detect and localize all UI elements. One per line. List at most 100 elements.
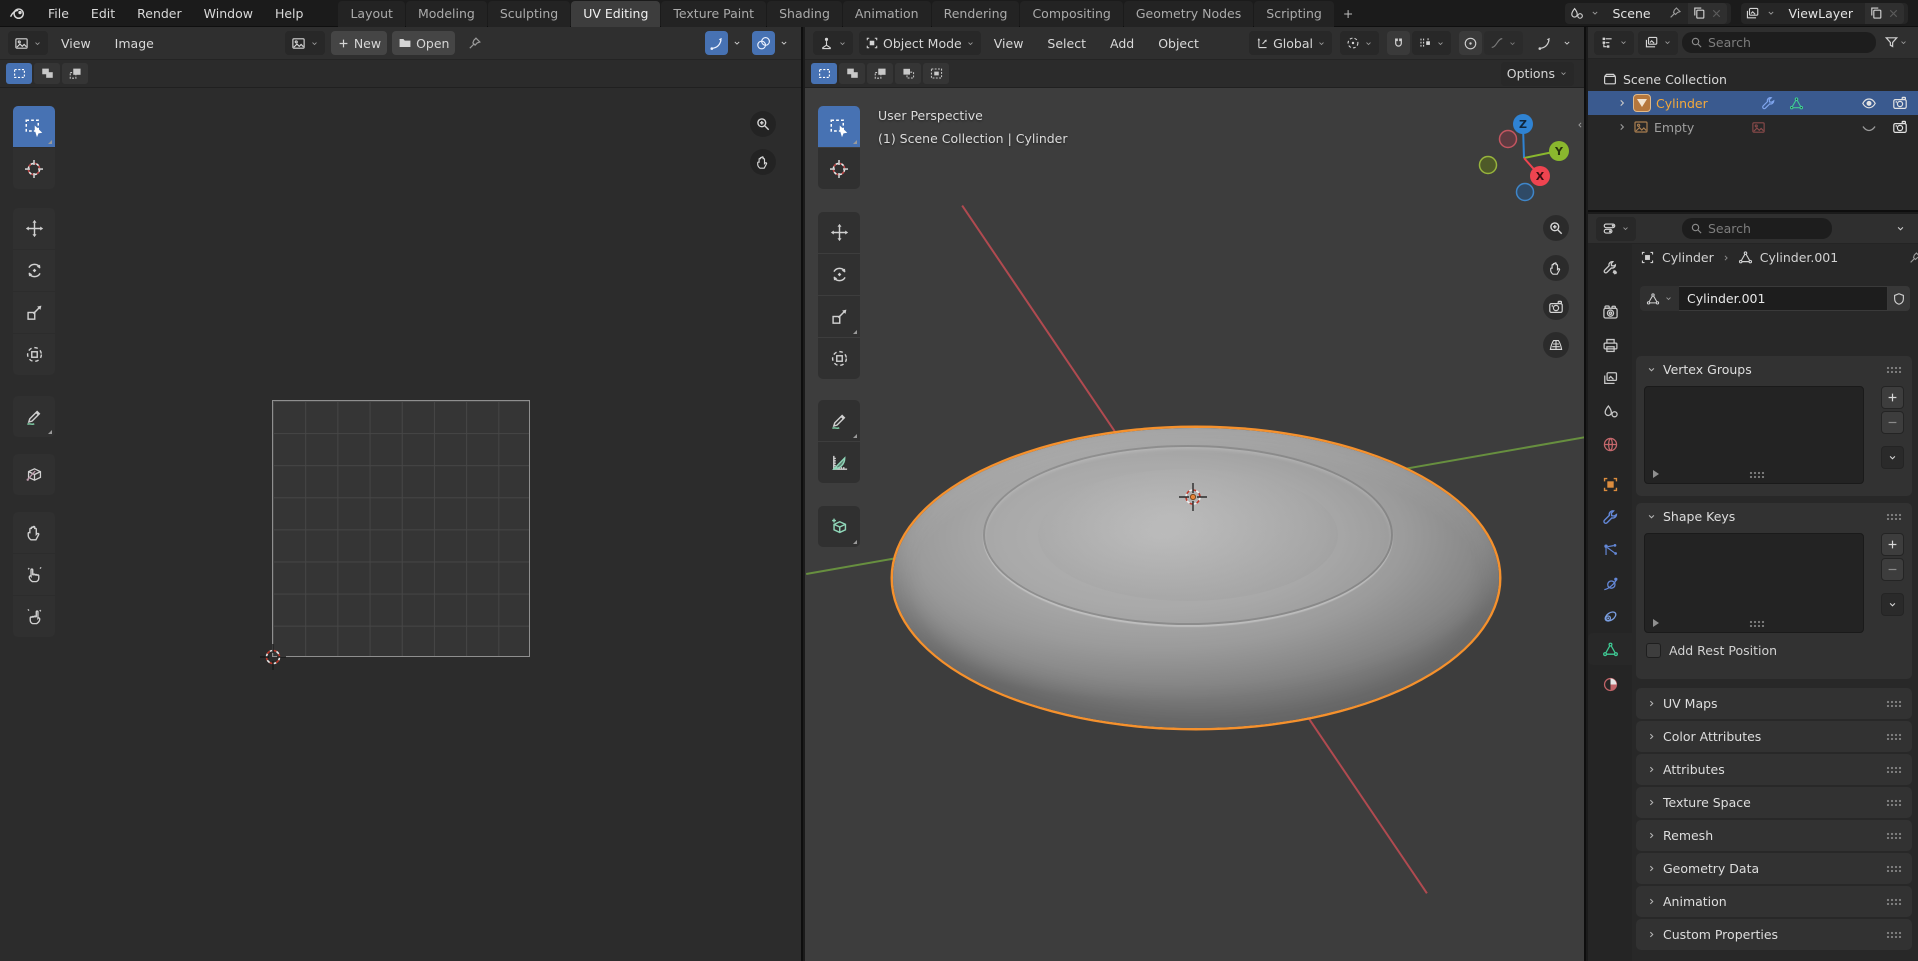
snap-settings-dropdown[interactable] [1412, 31, 1451, 55]
hidden-eye-closed-icon[interactable] [1861, 119, 1877, 135]
tab-compositing[interactable]: Compositing [1020, 1, 1122, 27]
blender-logo-icon[interactable] [9, 4, 27, 22]
panel-grip[interactable] [1886, 931, 1902, 938]
panel-remesh[interactable]: Remesh [1636, 820, 1912, 851]
pivot-point-dropdown[interactable] [1340, 31, 1379, 55]
expand-chevron-icon[interactable] [1616, 121, 1628, 133]
show-gizmo-toggle[interactable] [1533, 31, 1556, 55]
modifier-wrench-icon[interactable] [1761, 96, 1776, 111]
tool-add-cube[interactable] [818, 506, 860, 547]
panel-grip[interactable] [1886, 766, 1902, 773]
select-mode-intersect[interactable] [923, 63, 949, 84]
tool-rotate[interactable] [818, 254, 860, 295]
search-input[interactable] [1708, 35, 1868, 50]
outliner-row-scene-collection[interactable]: Scene Collection [1588, 67, 1918, 91]
tab-particles[interactable] [1588, 534, 1632, 566]
tab-render[interactable] [1588, 296, 1632, 328]
gizmo-axis-y[interactable]: Y [1549, 141, 1569, 161]
show-overlays-toggle[interactable] [752, 31, 775, 55]
transform-orientation-dropdown[interactable]: Global [1249, 31, 1332, 55]
panel-grip[interactable] [1886, 898, 1902, 905]
new-image-button[interactable]: New [331, 31, 387, 55]
panel-grip[interactable] [1886, 366, 1902, 373]
vp-menu-object[interactable]: Object [1147, 36, 1210, 51]
select-mode-extend[interactable] [34, 63, 60, 84]
mesh-name-input[interactable] [1679, 286, 1888, 311]
tool-3d-cursor[interactable] [818, 148, 860, 189]
navigation-gizmo[interactable]: Z Y X [1479, 113, 1569, 203]
menu-file[interactable]: File [37, 6, 80, 21]
tool-move[interactable] [818, 212, 860, 253]
gizmo-axis-z-neg[interactable] [1517, 184, 1534, 201]
zoom-button[interactable] [1543, 215, 1569, 241]
panel-header[interactable]: Vertex Groups [1636, 356, 1912, 382]
pin-icon[interactable] [1908, 251, 1918, 265]
tab-uv-editing[interactable]: UV Editing [571, 1, 660, 27]
gizmo-axis-x[interactable]: X [1530, 166, 1550, 186]
vertex-groups-list[interactable] [1644, 386, 1864, 484]
list-expand-icon[interactable] [1653, 619, 1659, 627]
panel-grip[interactable] [1886, 700, 1902, 707]
editor-type-button[interactable] [1594, 31, 1634, 55]
tab-modifiers[interactable] [1588, 501, 1632, 533]
select-mode-subtract[interactable] [867, 63, 893, 84]
collapse-chevron-icon[interactable] [1646, 364, 1657, 375]
filter-dropdown[interactable] [1880, 31, 1912, 55]
close-icon[interactable] [1710, 7, 1723, 20]
add-shape-key-button[interactable] [1881, 533, 1904, 556]
tab-physics[interactable] [1588, 567, 1632, 599]
remove-shape-key-button[interactable] [1881, 558, 1904, 581]
gizmo-axis-x-neg[interactable] [1500, 131, 1517, 148]
gizmo-dropdown[interactable] [1558, 31, 1576, 55]
select-mode-invert[interactable] [895, 63, 921, 84]
tool-annotate[interactable] [818, 400, 860, 441]
tool-measure[interactable] [818, 442, 860, 483]
outliner-row-cylinder[interactable]: Cylinder [1588, 91, 1918, 115]
shape-key-specials-button[interactable] [1881, 593, 1904, 616]
list-expand-icon[interactable] [1653, 470, 1659, 478]
scene-name[interactable]: Scene [1606, 6, 1662, 21]
tab-material[interactable] [1588, 668, 1632, 700]
tool-rip-region[interactable] [13, 454, 55, 495]
tool-2d-cursor[interactable] [13, 148, 55, 189]
vp-menu-view[interactable]: View [983, 36, 1035, 51]
render-visibility-icon[interactable] [1892, 119, 1908, 135]
editor-type-button[interactable] [813, 31, 853, 55]
view-layer-name[interactable]: ViewLayer [1782, 6, 1859, 21]
outliner-row-empty[interactable]: Empty [1588, 115, 1918, 139]
expand-chevron-icon[interactable] [1616, 97, 1628, 109]
search-input[interactable] [1708, 221, 1824, 236]
pan-button[interactable] [1543, 255, 1569, 281]
tab-object-data[interactable] [1588, 633, 1632, 665]
panel-grip[interactable] [1886, 513, 1902, 520]
gizmo-dropdown[interactable] [728, 31, 746, 55]
proportional-editing-toggle[interactable] [1459, 31, 1482, 55]
pan-button[interactable] [750, 149, 776, 175]
hide-eye-icon[interactable] [1861, 95, 1877, 111]
view-layer-selector[interactable]: ViewLayer [1741, 3, 1908, 24]
tab-shading[interactable]: Shading [767, 1, 842, 27]
mode-dropdown[interactable]: Object Mode [859, 31, 981, 55]
breadcrumb-data[interactable]: Cylinder.001 [1760, 250, 1838, 265]
uv-canvas[interactable] [0, 88, 801, 961]
vertex-group-specials-button[interactable] [1881, 446, 1904, 469]
panel-attributes[interactable]: Attributes [1636, 754, 1912, 785]
tab-texture-paint[interactable]: Texture Paint [661, 1, 766, 27]
vp-menu-add[interactable]: Add [1099, 36, 1145, 51]
tab-layout[interactable]: Layout [338, 1, 405, 27]
copy-icon[interactable] [1692, 6, 1706, 20]
panel-custom-properties[interactable]: Custom Properties [1636, 919, 1912, 950]
editor-type-button[interactable] [8, 31, 48, 55]
tool-select-box[interactable] [13, 106, 55, 147]
editor-type-button[interactable] [1596, 217, 1636, 241]
menu-help[interactable]: Help [264, 6, 315, 21]
tab-sculpting[interactable]: Sculpting [488, 1, 570, 27]
panel-grip[interactable] [1886, 832, 1902, 839]
uv-menu-image[interactable]: Image [104, 36, 165, 51]
tool-relax[interactable] [13, 554, 55, 595]
select-mode-subtract[interactable] [62, 63, 88, 84]
image-data-icon[interactable] [1751, 120, 1766, 135]
overlays-dropdown[interactable] [775, 31, 793, 55]
select-mode-extend[interactable] [839, 63, 865, 84]
gizmo-axis-y-neg[interactable] [1480, 157, 1497, 174]
